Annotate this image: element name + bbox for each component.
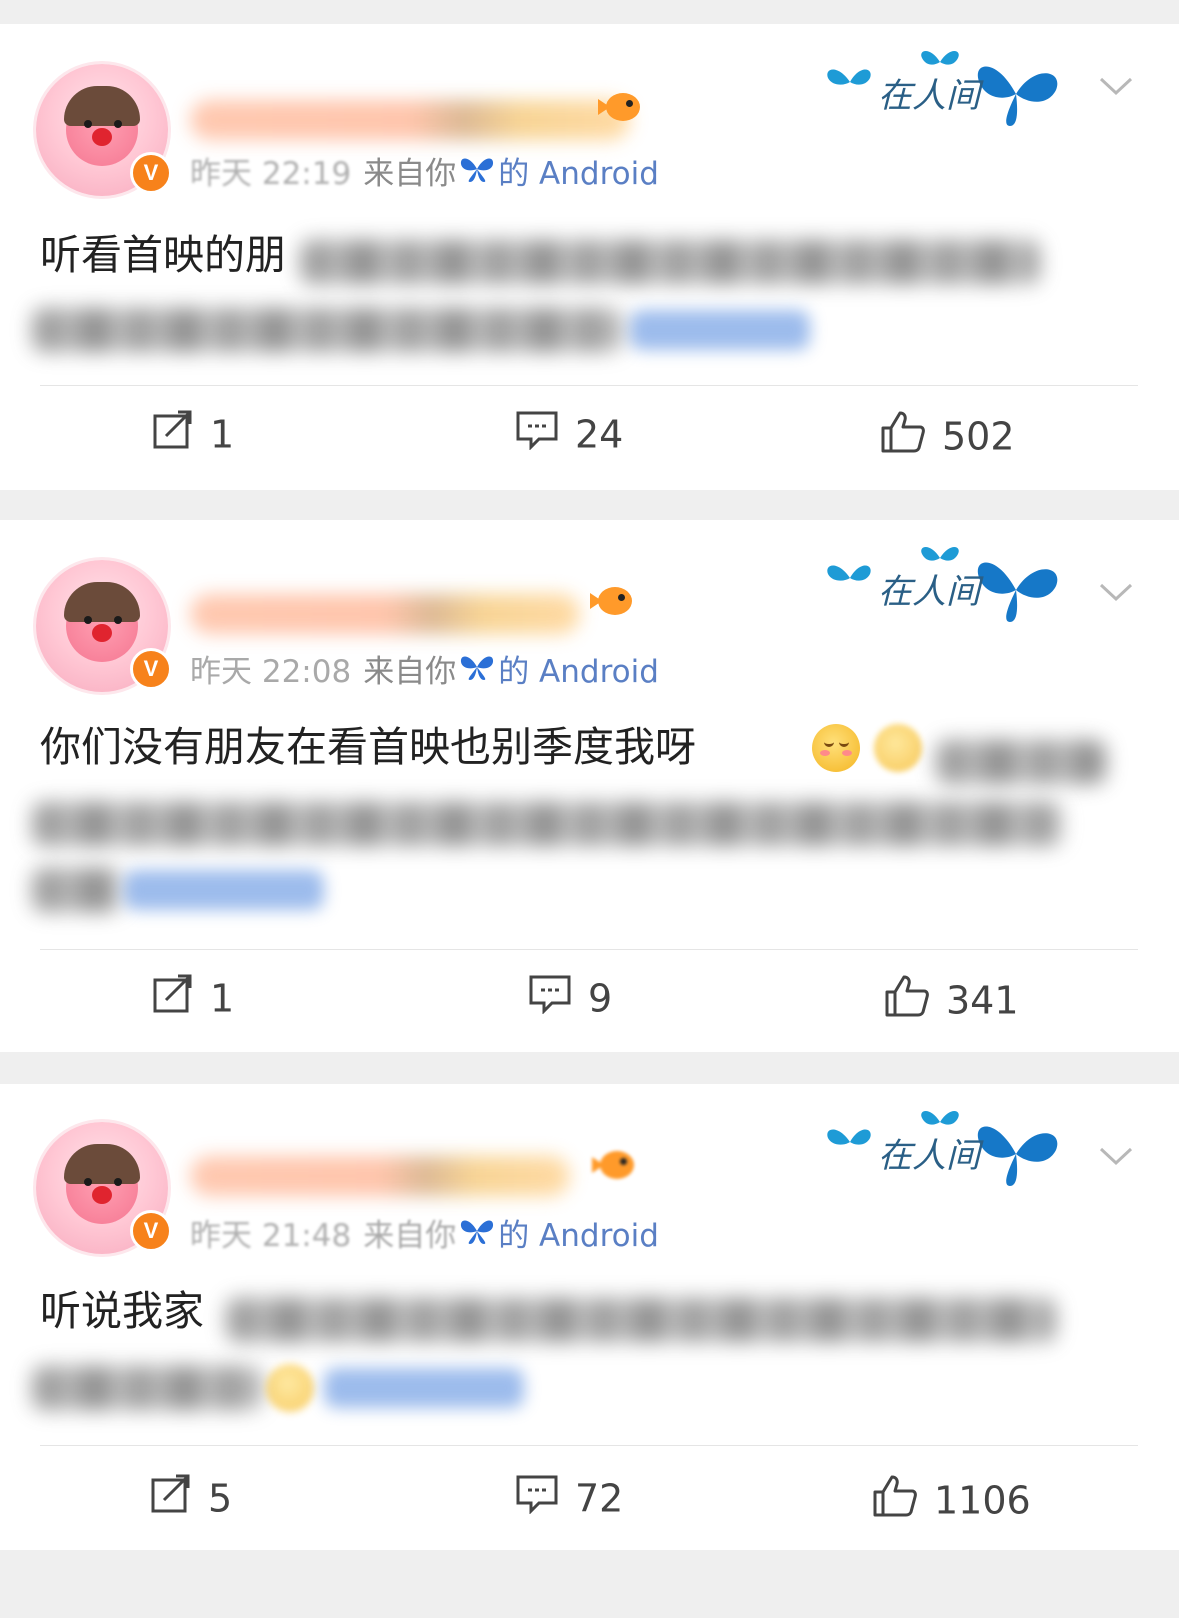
- post-time: 昨天 21:48: [190, 1218, 352, 1254]
- chevron-down-icon[interactable]: [1098, 1142, 1134, 1177]
- shy-emoji-icon: [812, 724, 860, 772]
- username-blurred[interactable]: [190, 594, 580, 634]
- repost-count: 5: [208, 1476, 233, 1521]
- username-blurred[interactable]: [190, 100, 630, 140]
- butterfly-icon: [458, 1216, 496, 1254]
- emoji-icon: [874, 724, 922, 772]
- post-text: 听看首映的朋: [40, 231, 286, 279]
- card-decoration: 在人间: [820, 1094, 1100, 1194]
- blurred-text: [32, 802, 1062, 846]
- repost-button[interactable]: 1: [152, 974, 234, 1023]
- blurred-text: [226, 1298, 1056, 1342]
- blurred-topic-tag[interactable]: [124, 870, 324, 910]
- post-device-link[interactable]: 的 Android: [498, 654, 659, 690]
- repost-icon: [152, 410, 194, 459]
- like-button[interactable]: 502: [880, 410, 1015, 463]
- verified-badge-icon: V: [130, 648, 172, 690]
- like-icon: [872, 1474, 918, 1527]
- butterfly-icon: [458, 652, 496, 690]
- post-text: 你们没有朋友在看首映也别季度我呀: [40, 723, 696, 771]
- chevron-down-icon[interactable]: [1098, 72, 1134, 107]
- post-source-label: 来自你: [363, 654, 457, 690]
- post-device-link[interactable]: 的 Android: [498, 156, 659, 192]
- post-time: 昨天 22:08: [190, 654, 352, 690]
- decoration-caption: 在人间: [878, 572, 980, 612]
- divider: [40, 1445, 1138, 1446]
- card-decoration: 在人间: [820, 34, 1100, 134]
- like-button[interactable]: 1106: [872, 1474, 1031, 1527]
- butterfly-icon: [458, 154, 496, 192]
- post-meta: 昨天 21:48 来自你 的 Android: [190, 1210, 659, 1255]
- fish-emoji-icon: [590, 584, 636, 618]
- comment-button[interactable]: 72: [515, 1474, 623, 1523]
- like-count: 1106: [934, 1478, 1031, 1523]
- blurred-topic-tag[interactable]: [324, 1368, 524, 1408]
- post-meta: 昨天 22:08 来自你 的 Android: [190, 646, 659, 691]
- blurred-text: [32, 1366, 262, 1410]
- like-button[interactable]: 341: [884, 974, 1019, 1027]
- card-decoration: 在人间: [820, 530, 1100, 630]
- chevron-down-icon[interactable]: [1098, 578, 1134, 613]
- like-icon: [880, 410, 926, 463]
- post-source-label: 来自你: [363, 156, 457, 192]
- post-card[interactable]: V 昨天 22:08 来自你 的 Android 在人间 你们没有朋友在看首映也别…: [0, 520, 1179, 1052]
- repost-count: 1: [210, 412, 235, 457]
- like-count: 502: [942, 414, 1015, 459]
- decoration-caption: 在人间: [878, 1136, 980, 1176]
- repost-button[interactable]: 5: [150, 1474, 232, 1523]
- blurred-text: [32, 868, 122, 912]
- fish-emoji-icon: [598, 90, 644, 124]
- post-meta: 昨天 22:19 来自你 的 Android: [190, 148, 659, 193]
- like-count: 341: [946, 978, 1019, 1023]
- comment-icon: [528, 974, 572, 1023]
- verified-badge-icon: V: [130, 152, 172, 194]
- post-source-label: 来自你: [363, 1218, 457, 1254]
- comment-icon: [515, 410, 559, 459]
- comment-icon: [515, 1474, 559, 1523]
- post-card[interactable]: V 昨天 21:48 来自你 的 Android 在人间 听说我家 5 72 1…: [0, 1084, 1179, 1550]
- post-text: 听说我家: [40, 1287, 204, 1335]
- emoji-icon: [266, 1364, 314, 1412]
- verified-badge-icon: V: [130, 1210, 172, 1252]
- comment-button[interactable]: 9: [528, 974, 612, 1023]
- post-device-link[interactable]: 的 Android: [498, 1218, 659, 1254]
- comment-count: 72: [575, 1476, 624, 1521]
- comment-button[interactable]: 24: [515, 410, 623, 459]
- divider: [40, 949, 1138, 950]
- post-time: 昨天 22:19: [190, 156, 352, 192]
- username-blurred[interactable]: [190, 1156, 570, 1196]
- fish-emoji-icon: [592, 1148, 638, 1182]
- decoration-caption: 在人间: [878, 76, 980, 116]
- repost-icon: [150, 1474, 192, 1523]
- blurred-text: [32, 308, 622, 352]
- like-icon: [884, 974, 930, 1027]
- repost-button[interactable]: 1: [152, 410, 234, 459]
- divider: [40, 385, 1138, 386]
- blurred-text: [936, 740, 1106, 784]
- repost-icon: [152, 974, 194, 1023]
- comment-count: 24: [575, 412, 624, 457]
- repost-count: 1: [210, 976, 235, 1021]
- blurred-topic-tag[interactable]: [630, 310, 810, 350]
- weibo-feed: V 昨天 22:19 来自你 的 Android 在人间 听看首映的朋 1 24…: [0, 0, 1179, 1618]
- comment-count: 9: [588, 976, 613, 1021]
- blurred-text: [300, 240, 1040, 284]
- post-card[interactable]: V 昨天 22:19 来自你 的 Android 在人间 听看首映的朋 1 24…: [0, 24, 1179, 490]
